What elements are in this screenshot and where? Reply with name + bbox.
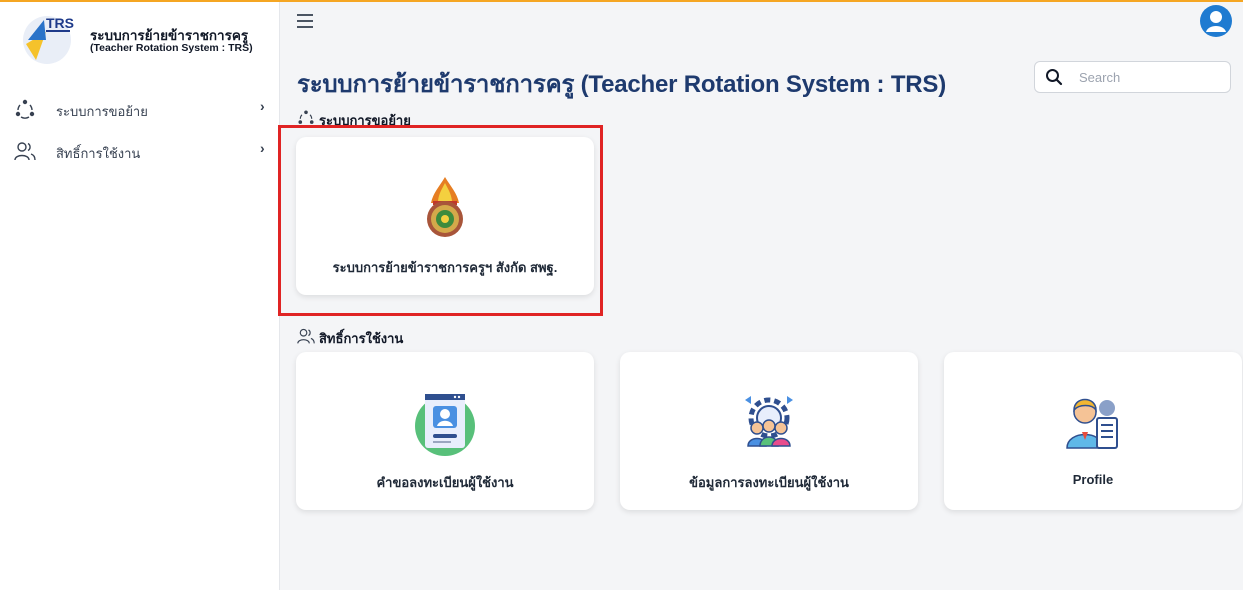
user-avatar-icon[interactable] xyxy=(1199,4,1233,38)
users-icon xyxy=(297,328,315,344)
brand[interactable]: TRS ระบบการย้ายข้าราชการครู (Teacher Rot… xyxy=(16,10,276,70)
menu-toggle-button[interactable] xyxy=(297,12,319,30)
trs-logo-icon: TRS xyxy=(23,15,74,64)
brand-logo-text: TRS xyxy=(46,15,74,31)
card-user-registration-request[interactable]: คำขอลงทะเบียนผู้ใช้งาน xyxy=(296,352,594,510)
card-profile[interactable]: Profile xyxy=(944,352,1242,510)
sidebar-item-permissions[interactable]: สิทธิ์การใช้งาน › xyxy=(0,134,280,168)
search-icon xyxy=(1046,69,1063,86)
brand-subtitle: (Teacher Rotation System : TRS) xyxy=(90,42,253,54)
transfer-cycle-icon xyxy=(15,99,35,119)
section-title: สิทธิ์การใช้งาน xyxy=(319,331,404,346)
sidebar: TRS ระบบการย้ายข้าราชการครู (Teacher Rot… xyxy=(0,2,280,590)
card-user-registration-data[interactable]: ข้อมูลการลงทะเบียนผู้ใช้งาน xyxy=(620,352,918,510)
profile-icon xyxy=(1066,398,1118,449)
sidebar-item-transfer[interactable]: ระบบการขอย้าย › xyxy=(0,92,280,126)
search-box[interactable] xyxy=(1034,61,1231,93)
page-title: ระบบการย้ายข้าราชการครู (Teacher Rotatio… xyxy=(297,71,947,98)
team-settings-icon xyxy=(745,396,793,447)
card-label: คำขอลงทะเบียนผู้ใช้งาน xyxy=(376,475,514,490)
users-icon xyxy=(14,142,36,161)
chevron-right-icon: › xyxy=(260,98,265,114)
highlight-annotation xyxy=(278,125,603,316)
card-label: ข้อมูลการลงทะเบียนผู้ใช้งาน xyxy=(689,475,849,490)
sidebar-item-label: สิทธิ์การใช้งาน xyxy=(56,146,141,161)
user-registration-icon xyxy=(415,394,475,456)
search-input[interactable] xyxy=(1079,67,1219,87)
sidebar-item-label: ระบบการขอย้าย xyxy=(56,104,148,119)
chevron-right-icon: › xyxy=(260,140,265,156)
card-label: Profile xyxy=(1072,472,1114,487)
